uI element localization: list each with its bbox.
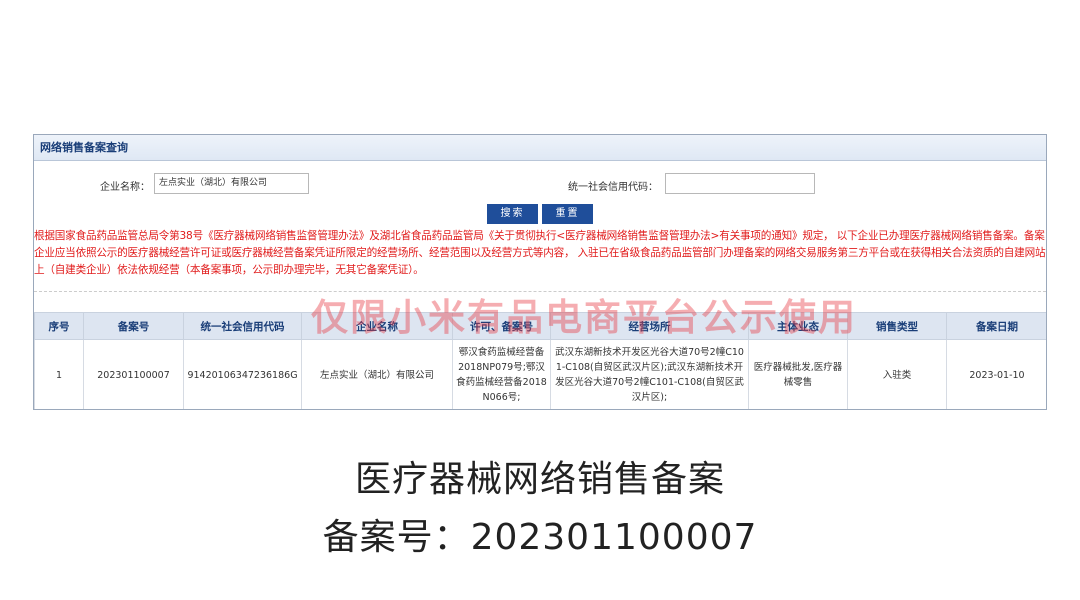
- panel-title: 网络销售备案查询: [34, 135, 1046, 161]
- cell-credit-code: 91420106347236186G: [183, 339, 302, 409]
- header-filing-no: 备案号: [83, 312, 184, 340]
- cell-filing-date: 2023-01-10: [946, 339, 1046, 409]
- credit-code-label: 统一社会信用代码：: [568, 182, 658, 193]
- search-form: 企业名称： 左点实业（湖北）有限公司 统一社会信用代码：: [34, 173, 1046, 197]
- company-name-input[interactable]: 左点实业（湖北）有限公司: [154, 173, 309, 194]
- cell-filing-no: 202301100007: [83, 339, 184, 409]
- search-button[interactable]: 搜索: [487, 204, 538, 224]
- credit-code-input[interactable]: [665, 173, 815, 194]
- cell-business-type: 医疗器械批发,医疗器械零售: [748, 339, 848, 409]
- cell-business-address: 武汉东湖新技术开发区光谷大道70号2幢C101-C108(自贸区武汉片区);武汉…: [550, 339, 749, 409]
- reset-button[interactable]: 重置: [542, 204, 593, 224]
- company-name-label: 企业名称：: [100, 182, 150, 193]
- header-index: 序号: [34, 312, 84, 340]
- table-row: 1 202301100007 91420106347236186G 左点实业（湖…: [34, 339, 1046, 409]
- filing-query-panel: 网络销售备案查询 企业名称： 左点实业（湖北）有限公司 统一社会信用代码： 搜索…: [33, 134, 1047, 410]
- cell-sales-type: 入驻类: [847, 339, 947, 409]
- cell-license-no: 鄂汉食药监械经营备2018NP079号;鄂汉食药监械经营备2018N066号;: [452, 339, 551, 409]
- cell-index: 1: [34, 339, 84, 409]
- caption-filing-number: 备案号：202301100007: [322, 517, 758, 558]
- cell-company-name: 左点实业（湖北）有限公司: [301, 339, 453, 409]
- header-filing-date: 备案日期: [946, 312, 1046, 340]
- notice-text: 根据国家食品药品监管总局令第38号《医疗器械网络销售监督管理办法》及湖北省食品药…: [34, 230, 1046, 276]
- watermark: 仅限小米有品电商平台公示使用: [311, 296, 857, 339]
- caption-title: 医疗器械网络销售备案: [354, 459, 725, 500]
